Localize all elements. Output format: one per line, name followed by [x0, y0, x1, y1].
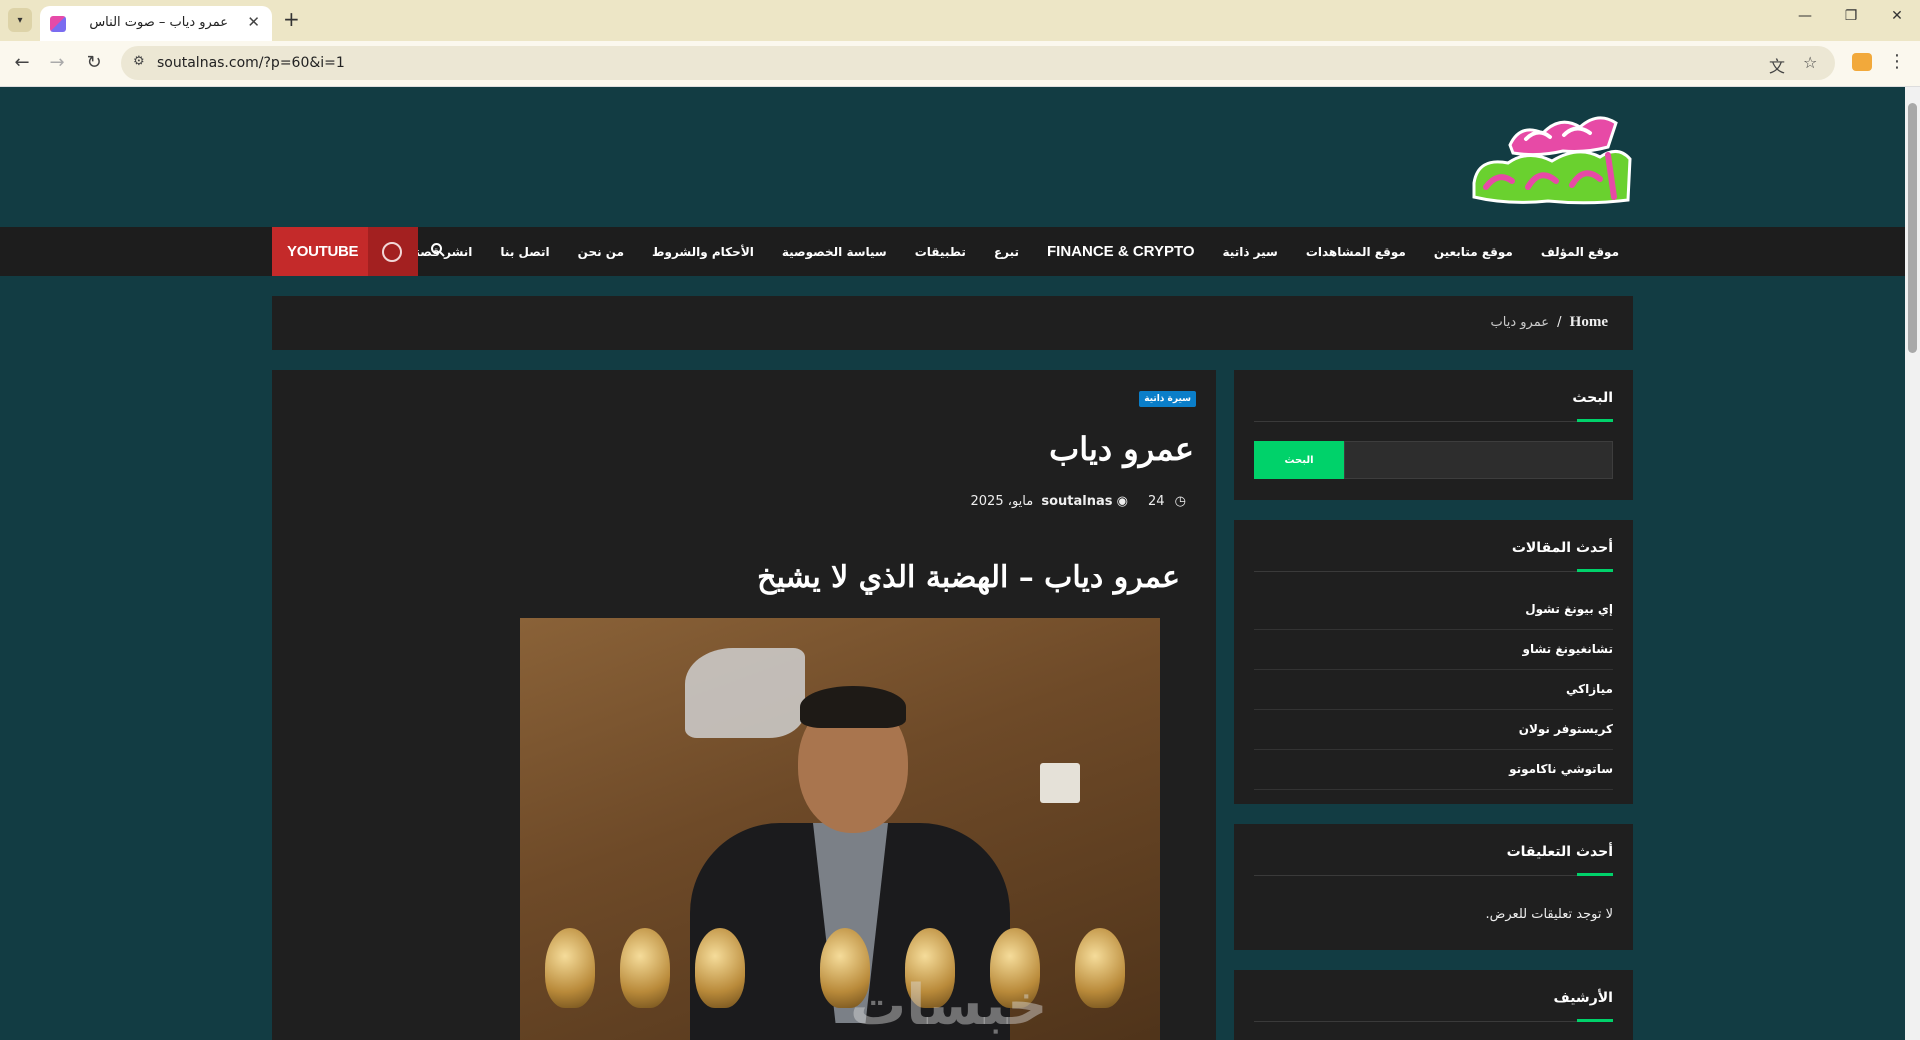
user-icon: ◉ [1116, 494, 1128, 509]
tab-title: عمرو دياب – صوت الناس [89, 15, 228, 30]
search-input[interactable] [1344, 441, 1613, 479]
browser-tab[interactable]: عمرو دياب – صوت الناس ✕ [40, 6, 272, 41]
divider [1254, 875, 1613, 876]
article-subheading: عمرو دياب – الهضبة الذي لا يشيخ [757, 560, 1180, 595]
search-icon[interactable] [430, 242, 448, 260]
close-window-button[interactable]: ✕ [1882, 8, 1912, 24]
nav-item[interactable]: موقع المؤلف [1527, 245, 1633, 259]
record-circle-icon [382, 242, 402, 262]
nav-item[interactable]: سياسة الخصوصية [768, 245, 901, 259]
close-tab-icon[interactable]: ✕ [247, 13, 260, 31]
nav-item[interactable]: من نحن [564, 245, 638, 259]
back-arrow-icon[interactable]: ← [10, 52, 34, 73]
address-bar[interactable]: ⚙ soutalnas.com/?p=60&i=1 文 ☆ [121, 46, 1835, 80]
recent-post-link[interactable]: تشانغيونغ تشاو [1254, 630, 1613, 670]
article-title: عمرو دياب [1049, 430, 1194, 468]
archive-title: الأرشيف [1553, 990, 1613, 1006]
recent-post-link[interactable]: كريستوفر نولان [1254, 710, 1613, 750]
search-widget: البحث البحث [1234, 370, 1633, 500]
article-meta: ◷ 24 ◉ soutalnas مايو، 2025 [971, 494, 1186, 509]
recent-post-link[interactable]: ميازاكي [1254, 670, 1613, 710]
nav-item[interactable]: الأحكام والشروط [638, 245, 768, 259]
nav-item[interactable]: تطبيقات [901, 245, 980, 259]
wall-switch [1040, 763, 1080, 803]
recent-post-link[interactable]: ساتوشي ناكاموتو [1254, 750, 1613, 790]
reload-icon[interactable]: ↻ [82, 52, 106, 73]
breadcrumb-separator: / [1557, 315, 1562, 330]
author-link[interactable]: soutalnas [1041, 494, 1112, 509]
site-settings-icon[interactable]: ⚙ [133, 54, 145, 69]
site-logo[interactable] [1468, 105, 1636, 205]
youtube-label: YOUTUBE [287, 243, 359, 260]
nav-item[interactable]: FINANCE & CRYPTO [1033, 243, 1209, 260]
youtube-circle-area [368, 227, 418, 276]
nav-item[interactable]: موقع المشاهدات [1292, 245, 1420, 259]
extension-icon[interactable] [1852, 53, 1872, 71]
nav-item[interactable]: سير ذاتية [1209, 245, 1292, 259]
youtube-button[interactable]: YOUTUBE [272, 227, 418, 276]
person-hair [800, 686, 906, 728]
search-button[interactable]: البحث [1254, 441, 1344, 479]
new-tab-button[interactable]: + [283, 7, 300, 31]
restore-button[interactable]: ❐ [1836, 8, 1866, 24]
main-navigation: موقع المؤلف موقع متابعين موقع المشاهدات سير… [0, 227, 1905, 276]
trophy [620, 928, 670, 1008]
article-featured-image: خبسات [520, 618, 1160, 1040]
title-accent [1577, 1019, 1613, 1022]
nav-item[interactable]: اتصل بنا [486, 245, 563, 259]
background-logo-sign [685, 648, 805, 738]
divider [1254, 421, 1613, 422]
divider [1254, 571, 1613, 572]
recent-post-link[interactable]: إي بيونغ تشول [1254, 590, 1613, 630]
breadcrumb-current: عمرو دياب [1490, 315, 1549, 330]
category-badge[interactable]: سيرة ذاتية [1139, 391, 1196, 407]
trophy [1075, 928, 1125, 1008]
archive-widget: الأرشيف [1234, 970, 1633, 1040]
article-date: ◷ 24 [1148, 494, 1186, 509]
nav-item[interactable]: تبرع [980, 245, 1033, 259]
web-page: موقع المؤلف موقع متابعين موقع المشاهدات سير… [0, 87, 1905, 1040]
title-accent [1577, 873, 1613, 876]
minimize-button[interactable]: — [1790, 8, 1820, 24]
trophy [695, 928, 745, 1008]
browser-toolbar: ← → ↻ ⚙ soutalnas.com/?p=60&i=1 文 ☆ ⋮ [0, 41, 1920, 87]
image-watermark: خبسات [850, 973, 1048, 1038]
date-rest: مايو، 2025 [970, 494, 1034, 509]
recent-posts-widget: أحدث المقالات إي بيونغ تشول تشانغيونغ تشا… [1234, 520, 1633, 804]
nav-menu: موقع المؤلف موقع متابعين موقع المشاهدات سير… [346, 227, 1633, 276]
clock-icon: ◷ [1174, 494, 1186, 509]
date-day: 24 [1147, 494, 1165, 509]
forward-arrow-icon[interactable]: → [45, 52, 69, 73]
browser-tab-bar: ▾ عمرو دياب – صوت الناس ✕ + — ❐ ✕ [0, 0, 1920, 41]
breadcrumb-home-link[interactable]: Home [1570, 314, 1608, 330]
scrollbar-thumb[interactable] [1908, 103, 1917, 353]
url-text[interactable]: soutalnas.com/?p=60&i=1 [157, 55, 345, 71]
translate-icon[interactable]: 文 [1769, 53, 1785, 77]
browser-menu-icon[interactable]: ⋮ [1888, 51, 1906, 72]
title-accent [1577, 419, 1613, 422]
no-comments-text: لا توجد تعليقات للعرض. [1485, 907, 1613, 922]
search-widget-title: البحث [1572, 390, 1613, 406]
breadcrumb: Home / عمرو دياب [1491, 314, 1608, 331]
trophy [545, 928, 595, 1008]
breadcrumb-container: Home / عمرو دياب [272, 296, 1633, 350]
nav-item[interactable]: موقع متابعين [1420, 245, 1527, 259]
recent-posts-title: أحدث المقالات [1511, 540, 1613, 556]
recent-comments-widget: أحدث التعليقات لا توجد تعليقات للعرض. [1234, 824, 1633, 950]
divider [1254, 1021, 1613, 1022]
tab-search-button[interactable]: ▾ [8, 8, 32, 32]
title-accent [1577, 569, 1613, 572]
recent-comments-title: أحدث التعليقات [1506, 844, 1613, 860]
bookmark-star-icon[interactable]: ☆ [1803, 53, 1817, 72]
article-author-date: ◉ soutalnas مايو، 2025 [971, 494, 1128, 509]
article-card: سيرة ذاتية عمرو دياب ◷ 24 ◉ soutalnas ما… [272, 370, 1216, 1040]
site-favicon-icon [50, 16, 66, 32]
